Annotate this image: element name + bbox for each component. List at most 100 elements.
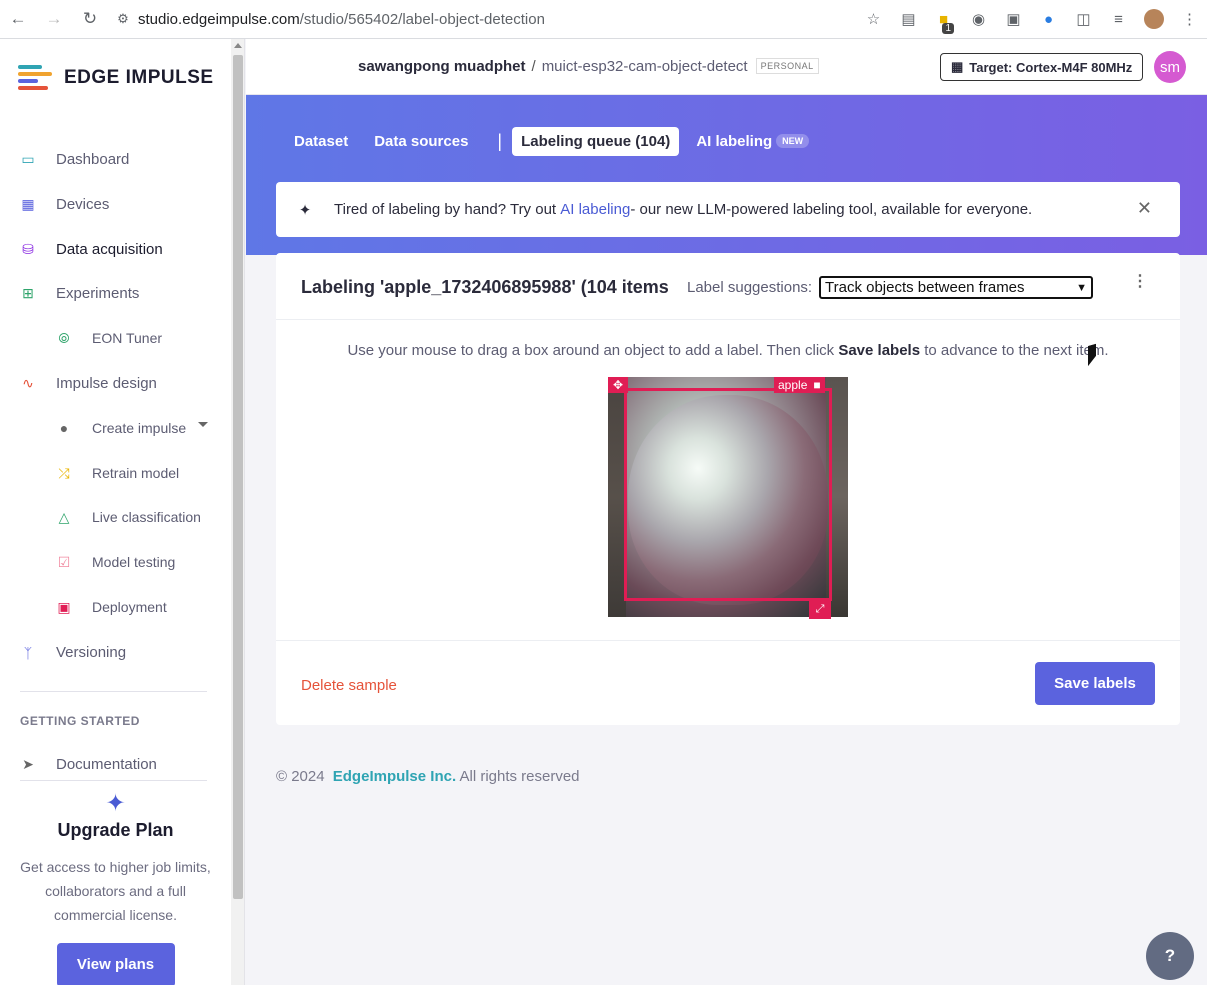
tab-dataset[interactable]: Dataset	[285, 127, 357, 156]
sidebar-item-experiments[interactable]: ⊞ Experiments	[20, 285, 139, 302]
sidebar-item-label: Experiments	[56, 285, 140, 302]
resize-icon[interactable]: ⤢	[809, 599, 831, 619]
monitor-icon: ▭	[21, 151, 35, 167]
sidebar-item-label: Deployment	[92, 599, 167, 615]
banner-prefix: Tired of labeling by hand? Try out	[334, 201, 557, 218]
sidebar-item-label: Devices	[56, 196, 110, 213]
breadcrumb-user[interactable]: sawangpong muadphet	[358, 58, 526, 75]
cube-icon: ▣	[57, 598, 71, 615]
sidebar-item-impulse-design[interactable]: ∿ Impulse design	[20, 375, 157, 392]
address-bar[interactable]: studio.edgeimpulse.com/studio/565402/lab…	[138, 11, 856, 28]
tab-labeling-queue[interactable]: Labeling queue (104)	[512, 127, 680, 156]
tab-ai-labeling-label: AI labeling	[696, 133, 773, 150]
forward-icon[interactable]: →	[36, 4, 72, 34]
label-suggestions-select[interactable]: Track objects between frames ▼	[819, 276, 1093, 299]
sidebar-item-devices[interactable]: ▦ Devices	[20, 196, 109, 213]
sidebar-item-eon-tuner[interactable]: ⦾ EON Tuner	[56, 330, 163, 347]
delete-sample-button[interactable]: Delete sample	[301, 677, 397, 694]
logo-text: EDGE IMPULSE	[64, 67, 214, 88]
sidebar-item-label: Impulse design	[56, 375, 157, 392]
getting-started-title: GETTING STARTED	[20, 714, 140, 728]
footer-brand-link[interactable]: EdgeImpulse Inc.	[333, 768, 456, 785]
project-header: sawangpong muadphet / muict-esp32-cam-obje…	[246, 39, 1207, 95]
sidebar-item-label: Create impulse	[92, 420, 187, 436]
sidebar-item-label: Versioning	[56, 644, 127, 661]
tab-data-sources[interactable]: Data sources	[365, 127, 477, 156]
sidebar-item-deployment[interactable]: ▣ Deployment	[56, 598, 167, 616]
upgrade-plan-text: Get access to higher job limits, collabo…	[20, 859, 211, 923]
database-icon: ⛁	[22, 241, 34, 257]
sidebar-item-retrain-model[interactable]: ⤮ Retrain model	[56, 465, 180, 482]
page-footer: © 2024 EdgeImpulse Inc. All rights reser…	[276, 768, 580, 785]
back-icon[interactable]: ←	[0, 4, 36, 34]
pulse-icon: ∿	[22, 375, 34, 391]
user-avatar[interactable]: sm	[1154, 51, 1186, 83]
site-info-icon[interactable]: ⚙	[108, 11, 138, 27]
help-question-icon[interactable]: ?	[1146, 932, 1194, 980]
breadcrumb-project[interactable]: muict-esp32-cam-object-detect	[542, 58, 748, 75]
profile-avatar[interactable]	[1144, 9, 1164, 29]
ai-labeling-banner: ✦ Tired of labeling by hand? Try out AI …	[276, 182, 1180, 237]
sidebar-item-model-testing[interactable]: ☑ Model testing	[56, 553, 176, 571]
sidebar-item-label: Documentation	[56, 756, 157, 773]
network-icon: △	[58, 508, 70, 525]
view-plans-button[interactable]: View plans	[56, 943, 175, 985]
scroll-up-icon[interactable]	[234, 43, 242, 48]
bounding-box[interactable]	[624, 388, 832, 601]
tab-ai-labeling[interactable]: AI labeling NEW	[687, 127, 818, 156]
media-control-icon[interactable]: ≡	[1101, 11, 1136, 28]
scrollbar-thumb[interactable]	[233, 55, 243, 899]
clipboard-check-icon: ☑	[57, 553, 71, 570]
footer-rights: All rights reserved	[459, 768, 580, 785]
url-host: studio.edgeimpulse.com	[138, 10, 300, 28]
chip-icon: ▦	[951, 59, 964, 74]
sidebar-item-versioning[interactable]: ᛉ Versioning	[20, 644, 126, 661]
chevron-down-icon: ▼	[1076, 281, 1087, 294]
target-device-button[interactable]: ▦ Target: Cortex-M4F 80MHz	[940, 53, 1144, 81]
dot-icon: ●	[59, 420, 69, 436]
reload-icon[interactable]: ↻	[72, 4, 108, 34]
sidebar-item-create-impulse[interactable]: ● Create impulse	[56, 420, 186, 436]
sidebar-item-label: Data acquisition	[56, 241, 163, 258]
extensions-puzzle-icon[interactable]: ◫	[1066, 10, 1101, 28]
branch-icon: ᛉ	[23, 644, 33, 661]
labeling-card-header: Labeling 'apple_1732406895988' (104 item…	[276, 253, 1180, 320]
trash-icon[interactable]: ■	[813, 377, 820, 393]
move-icon[interactable]: ✥	[608, 377, 628, 393]
new-badge: NEW	[776, 134, 810, 148]
extension-badge-count: 1	[942, 22, 954, 34]
extension-globe-icon[interactable]: ●	[1031, 11, 1066, 28]
tab-bar: Dataset Data sources | Labeling queue (1…	[285, 127, 826, 156]
labeling-card: Labeling 'apple_1732406895988' (104 item…	[276, 253, 1180, 725]
save-labels-button[interactable]: Save labels	[1035, 662, 1155, 705]
sidebar-scrollbar[interactable]	[231, 39, 245, 985]
extension-chat-icon[interactable]: ▤	[891, 10, 926, 28]
bookmark-star-icon[interactable]: ☆	[856, 10, 891, 28]
sparkle-star-icon: ✦	[105, 790, 126, 817]
ai-labeling-link[interactable]: AI labeling	[560, 201, 630, 218]
extension-car-icon[interactable]: ▣	[996, 10, 1031, 28]
edge-impulse-logo-icon	[18, 65, 54, 91]
labeling-instructions: Use your mouse to drag a box around an o…	[276, 342, 1180, 359]
sidebar-item-documentation[interactable]: ➤ Documentation	[20, 756, 157, 773]
more-options-icon[interactable]: ⋮	[1132, 274, 1148, 290]
close-icon[interactable]: ✕	[1137, 198, 1152, 219]
bounding-box-label[interactable]: apple ■	[774, 377, 825, 393]
sidebar-item-live-classification[interactable]: △ Live classification	[56, 508, 201, 526]
sidebar-item-label: EON Tuner	[92, 330, 163, 346]
breadcrumb: sawangpong muadphet / muict-esp32-cam-obje…	[358, 58, 819, 75]
sidebar-item-dashboard[interactable]: ▭ Dashboard	[20, 151, 129, 168]
sidebar-item-label: Model testing	[92, 554, 176, 570]
chevron-down-icon[interactable]	[198, 422, 208, 427]
logo[interactable]: EDGE IMPULSE	[18, 65, 214, 91]
sidebar-item-data-acquisition[interactable]: ⛁ Data acquisition	[20, 241, 163, 258]
url-path: /studio/565402/label-object-detection	[299, 10, 545, 28]
magic-wand-icon: ✦	[298, 201, 312, 219]
extension-badge-icon[interactable]: ■ 1	[926, 11, 961, 34]
camera-icon[interactable]: ◉	[961, 10, 996, 28]
label-suggestions-value: Track objects between frames	[825, 279, 1025, 296]
labeling-card-footer: Delete sample Save labels	[276, 640, 1180, 725]
sidebar-item-label: Retrain model	[92, 465, 180, 481]
browser-menu-icon[interactable]: ⋮	[1172, 10, 1207, 28]
upgrade-plan-panel: ✦ Upgrade Plan Get access to higher job …	[0, 789, 231, 985]
